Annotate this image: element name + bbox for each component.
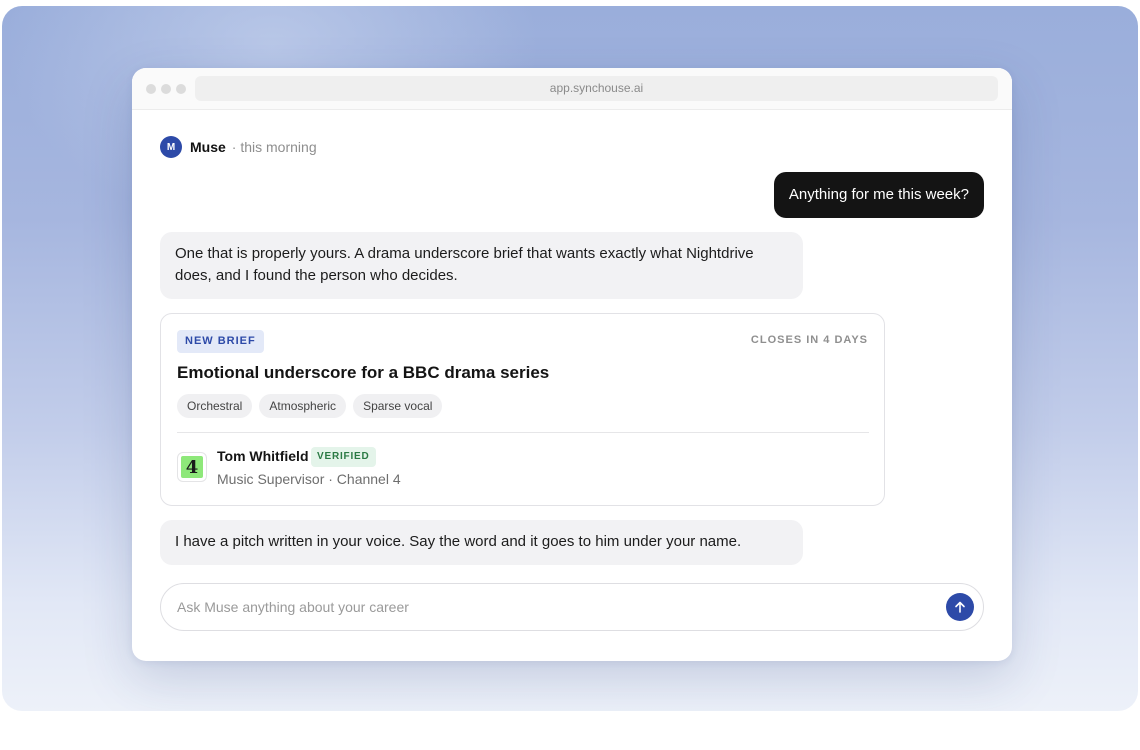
tag: Sparse vocal	[353, 394, 443, 418]
avatar: M	[160, 136, 182, 158]
window-control-maximize[interactable]	[176, 84, 186, 94]
window-control-minimize[interactable]	[161, 84, 171, 94]
assistant-name: Muse	[190, 139, 226, 155]
card-divider	[177, 432, 869, 433]
channel-4-logo: 4	[177, 452, 207, 482]
tag: Orchestral	[177, 394, 253, 418]
browser-titlebar: app.synchouse.ai	[132, 68, 1012, 110]
deadline-label: CLOSES IN 4 DAYS	[750, 334, 868, 346]
verified-badge: VERIFIED	[311, 447, 376, 467]
brief-tags: Orchestral Atmospheric Sparse vocal	[177, 394, 443, 418]
address-bar[interactable]: app.synchouse.ai	[195, 76, 998, 101]
assistant-message: One that is properly yours. A drama unde…	[160, 232, 803, 299]
send-button[interactable]	[946, 593, 974, 621]
window-control-close[interactable]	[146, 84, 156, 94]
channel-4-icon: 4	[181, 456, 203, 478]
assistant-message: I have a pitch written in your voice. Sa…	[160, 520, 803, 565]
brief-card[interactable]: NEW BRIEF CLOSES IN 4 DAYS Emotional und…	[160, 313, 885, 506]
message-timestamp: · this morning	[231, 139, 317, 155]
arrow-up-icon	[955, 601, 965, 613]
new-brief-badge: NEW BRIEF	[177, 330, 264, 353]
brief-title: Emotional underscore for a BBC drama ser…	[177, 363, 550, 382]
user-message: Anything for me this week?	[773, 172, 984, 218]
tag: Atmospheric	[259, 394, 347, 418]
composer	[160, 583, 984, 631]
contact-role: Music Supervisor · Channel 4	[217, 471, 401, 487]
contact-name[interactable]: Tom Whitfield	[217, 448, 309, 464]
app-window: app.synchouse.ai M Muse · this morning A…	[132, 68, 1012, 661]
background-stage: app.synchouse.ai M Muse · this morning A…	[2, 6, 1138, 711]
chat-input[interactable]	[177, 584, 937, 630]
assistant-header: M Muse · this morning	[160, 136, 317, 158]
